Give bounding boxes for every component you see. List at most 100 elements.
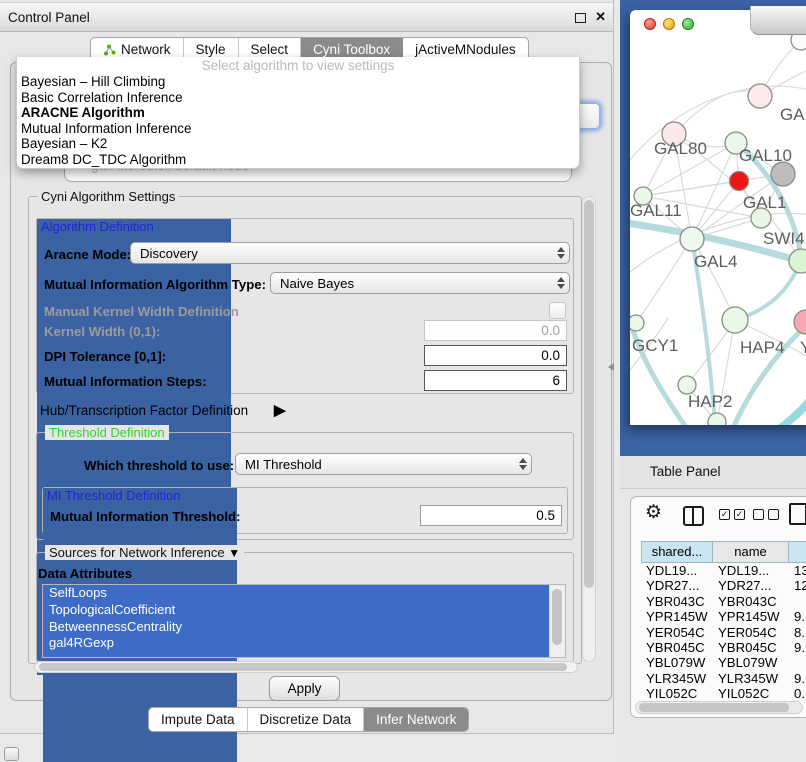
manual-kernel-width-label: Manual Kernel Width Definition	[44, 304, 239, 319]
attribute-item-topologicalcoefficient[interactable]: TopologicalCoefficient	[43, 602, 550, 619]
table-row[interactable]: YDL19...YDL19...13	[641, 563, 806, 578]
unchecked-box-icon	[768, 509, 779, 520]
network-node[interactable]	[771, 162, 795, 186]
algorithm-option-dream8-dc-tdc-algorithm[interactable]: Dream8 DC_TDC Algorithm	[17, 152, 579, 168]
cell: 8.	[789, 625, 806, 640]
panel-divider-grip-icon[interactable]	[608, 363, 614, 371]
column-header-shared-[interactable]: shared...	[641, 541, 713, 563]
window-zoom-icon[interactable]	[682, 18, 694, 30]
tab-label: Cyni Toolbox	[313, 42, 390, 57]
attribute-item-betweennesscentrality[interactable]: BetweennessCentrality	[43, 619, 550, 636]
kernel-width-input[interactable]: 0.0	[424, 320, 567, 341]
network-node-y[interactable]	[794, 310, 806, 334]
cell: YBR043C	[713, 594, 789, 609]
mi-algorithm-type-select[interactable]: Naive Bayes	[270, 272, 570, 294]
attribute-item-gal4rgexp[interactable]: gal4RGexp	[43, 635, 550, 652]
which-threshold-select[interactable]: MI Threshold	[235, 453, 532, 475]
close-icon[interactable]: ✕	[595, 9, 606, 25]
dropdown-options: Bayesian – Hill ClimbingBasic Correlatio…	[17, 74, 579, 168]
data-attributes-list[interactable]: SelfLoopsTopologicalCoefficientBetweenne…	[42, 584, 566, 658]
dpi-tolerance-input[interactable]: 0.0	[424, 345, 567, 366]
network-edge[interactable]	[636, 239, 692, 323]
table-row[interactable]: YER054CYER054C8.	[641, 625, 806, 640]
attribute-item-selfloops[interactable]: SelfLoops	[43, 585, 550, 602]
network-node-gal4[interactable]	[680, 227, 704, 251]
network-node[interactable]	[708, 413, 726, 425]
collapse-down-icon[interactable]: ▼	[228, 546, 240, 560]
cell: YLR345W	[641, 671, 713, 686]
list-scrollbar[interactable]	[549, 585, 565, 657]
control-panel-titlebar[interactable]: Control Panel ✕	[0, 2, 613, 32]
clear-selection-icon[interactable]	[753, 509, 779, 520]
cell: 9.	[789, 671, 806, 686]
mi-steps-input[interactable]: 6	[424, 370, 567, 391]
cell: 12	[789, 578, 806, 593]
settings-horizontal-scrollbar-thumb[interactable]	[39, 663, 567, 671]
docked-panel-icon[interactable]	[4, 747, 19, 761]
stepper-icon	[553, 243, 569, 263]
algorithm-option-mutual-information-inference[interactable]: Mutual Information Inference	[17, 121, 579, 137]
expand-right-icon[interactable]: ▶	[274, 401, 286, 419]
network-node[interactable]	[730, 172, 749, 191]
network-edge[interactable]	[768, 374, 806, 425]
node-label-hap4: HAP4	[740, 338, 784, 357]
algorithm-dropdown-popup: Select algorithm to view settings Bayesi…	[16, 57, 580, 169]
table-row[interactable]: YBL079WYBL079W	[641, 655, 806, 670]
table-row[interactable]: YLR345WYLR345W9.	[641, 671, 806, 686]
table-panel-header[interactable]: Table Panel	[620, 456, 806, 489]
float-window-icon[interactable]	[575, 13, 586, 23]
network-view-window[interactable]: GALGAL80GAL10GAL11GAL1GAL4SWI4GCY1HAP4YH…	[630, 10, 806, 425]
list-scrollbar-thumb[interactable]	[552, 589, 562, 645]
control-panel-title: Control Panel	[8, 10, 90, 25]
cyni-algorithm-settings-title: Cyni Algorithm Settings	[37, 189, 179, 204]
settings-vertical-scrollbar[interactable]	[582, 196, 596, 662]
tab-infer-network[interactable]: Infer Network	[364, 708, 468, 731]
document-icon[interactable]	[789, 503, 806, 525]
apply-button[interactable]: Apply	[269, 676, 340, 701]
table-row[interactable]: YPR145WYPR145W9.	[641, 609, 806, 624]
which-threshold-label: Which threshold to use:	[84, 458, 234, 473]
network-node-gal[interactable]	[748, 84, 772, 108]
node-label-gal1: GAL1	[743, 193, 786, 212]
network-node-hap4[interactable]	[722, 307, 748, 333]
cell	[789, 655, 806, 670]
window-close-icon[interactable]	[644, 18, 656, 30]
node-label-gal10: GAL10	[739, 146, 792, 165]
aracne-mode-select[interactable]: Discovery	[130, 242, 570, 264]
manual-kernel-width-checkbox[interactable]	[549, 302, 566, 319]
attribute-item-partial[interactable]	[43, 652, 550, 658]
mi-threshold-input[interactable]: 0.5	[420, 505, 562, 526]
settings-horizontal-scrollbar[interactable]	[34, 661, 578, 673]
which-threshold-value: MI Threshold	[236, 457, 515, 472]
table-row[interactable]: YDR27...YDR27...12	[641, 578, 806, 593]
kernel-width-value: 0.0	[541, 323, 560, 338]
algorithm-option-basic-correlation-inference[interactable]: Basic Correlation Inference	[17, 90, 579, 106]
settings-gear-icon[interactable]: ⚙	[645, 503, 662, 522]
cell: YER054C	[641, 625, 713, 640]
table-scrollbar-thumb[interactable]	[639, 703, 789, 712]
settings-vertical-scrollbar-thumb[interactable]	[584, 200, 594, 588]
mi-algorithm-type-label: Mutual Information Algorithm Type:	[44, 277, 266, 292]
algorithm-option-aracne-algorithm[interactable]: ARACNE Algorithm	[17, 105, 579, 121]
algorithm-option-bayesian-hill-climbing[interactable]: Bayesian – Hill Climbing	[17, 74, 579, 90]
tab-impute-data[interactable]: Impute Data	[149, 708, 248, 731]
table-row[interactable]: YIL052CYIL052C0.	[641, 686, 806, 701]
table-horizontal-scrollbar[interactable]	[635, 701, 803, 714]
network-desktop: GALGAL80GAL10GAL11GAL1GAL4SWI4GCY1HAP4YH…	[620, 0, 806, 456]
network-node-gcy1[interactable]	[630, 315, 644, 331]
column-layout-icon[interactable]	[683, 506, 704, 526]
table-row[interactable]: YBR045CYBR045C9.	[641, 640, 806, 655]
window-minimize-icon[interactable]	[663, 18, 675, 30]
mi-steps-value: 6	[552, 373, 560, 388]
table-row[interactable]: YBR043CYBR043C	[641, 594, 806, 609]
network-node-swi4[interactable]	[789, 249, 806, 273]
column-header-name[interactable]: name	[713, 541, 789, 563]
column-header-a[interactable]: A	[789, 541, 806, 563]
sources-title-text: Sources for Network Inference	[49, 545, 225, 560]
cell: 13	[789, 563, 806, 578]
table-panel-title: Table Panel	[620, 456, 806, 479]
select-all-icon[interactable]: ✓ ✓	[719, 509, 745, 520]
algorithm-option-bayesian-k2[interactable]: Bayesian – K2	[17, 136, 579, 152]
network-canvas[interactable]: GALGAL80GAL10GAL11GAL1GAL4SWI4GCY1HAP4YH…	[630, 10, 806, 425]
tab-discretize-data[interactable]: Discretize Data	[248, 708, 365, 731]
